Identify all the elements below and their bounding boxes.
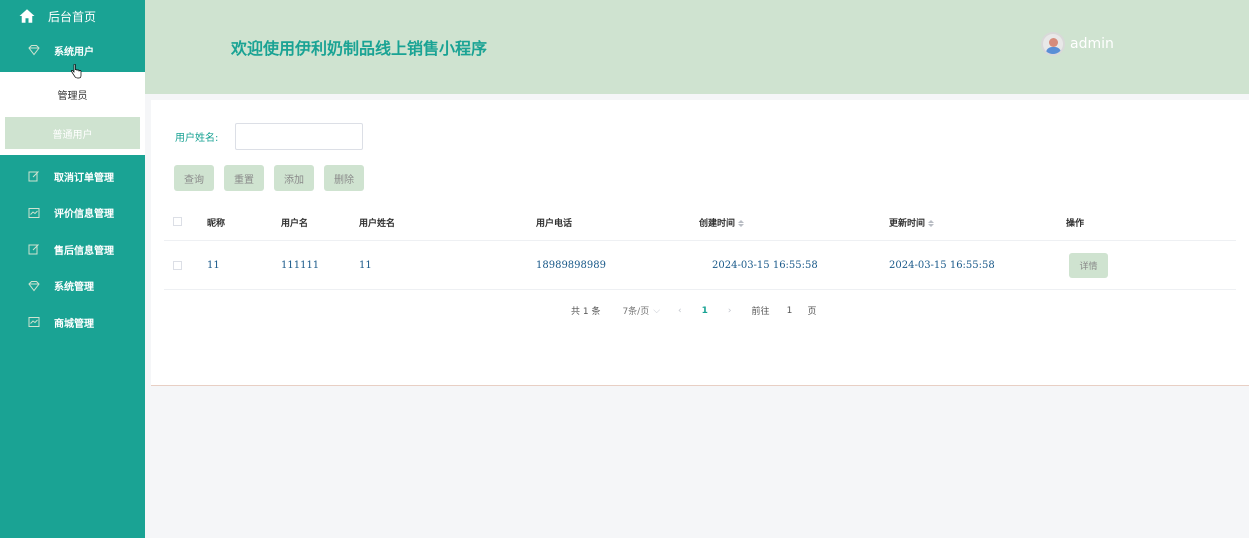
query-button[interactable]: 查询 [174,165,214,191]
column-header-username: 用户名 [281,219,309,229]
user-table: 昵称 用户名 用户姓名 用户电话 创建时间 更新时间 操作 11 111111 … [164,202,1236,290]
detail-button[interactable]: 详情 [1069,253,1108,278]
pagination-total: 共 1 条 [571,307,601,317]
sidebar-item-label: 系统管理 [54,282,94,294]
column-header-nickname: 昵称 [207,219,226,229]
sidebar-subitem-admin[interactable]: 管理员 [5,78,140,110]
sidebar-item-label: 商城管理 [54,318,94,330]
page-number-current[interactable]: 1 [702,306,708,316]
avatar [1041,32,1065,56]
chevron-down-icon[interactable]: ⌵ [653,306,660,316]
sidebar-item-label: 评价信息管理 [54,209,114,221]
sidebar-item-after-sale[interactable]: 售后信息管理 [0,231,145,268]
user-menu[interactable]: admin [1041,32,1114,56]
column-header-label: 创建时间 [699,219,736,229]
prev-page-icon[interactable]: ‹ [678,306,682,316]
username-label: admin [1070,36,1114,52]
home-icon [19,9,35,23]
sidebar-item-mall[interactable]: 商城管理 [0,304,145,341]
sidebar-item-label: 取消订单管理 [54,172,114,184]
sort-icon[interactable] [738,220,745,227]
delete-button[interactable]: 删除 [324,165,364,191]
chart-icon [28,207,40,219]
next-page-icon[interactable]: › [728,306,732,316]
diamond-icon [28,44,40,56]
table-header: 昵称 用户名 用户姓名 用户电话 创建时间 更新时间 操作 [164,202,1236,241]
sidebar-item-label: 后台首页 [48,9,97,24]
search-input[interactable] [235,123,363,150]
sort-icon[interactable] [928,220,935,227]
sidebar-item-cancel-order[interactable]: 取消订单管理 [0,158,145,195]
cell-nickname: 11 [207,260,220,271]
goto-page-input[interactable]: 1 [780,306,800,316]
table-row: 11 111111 11 18989898989 2024-03-15 16:5… [164,241,1236,290]
sidebar-item-label: 系统用户 [54,46,94,58]
goto-label: 前往 [751,307,770,317]
pagination: 共 1 条 7条/页 ⌵ ‹ 1 › 前往 1 页 [571,304,817,318]
search-label: 用户姓名: [175,133,219,144]
select-all-checkbox[interactable] [173,217,182,226]
sidebar-item-home[interactable]: 后台首页 [0,0,145,32]
hand-cursor-icon [71,64,82,79]
sidebar-item-review[interactable]: 评价信息管理 [0,195,145,232]
system-user-submenu: 管理员 普通用户 [0,72,145,155]
cell-username: 111111 [281,260,320,271]
sidebar-item-label: 售后信息管理 [54,245,114,257]
sidebar-item-system[interactable]: 系统管理 [0,268,145,305]
column-header-label: 更新时间 [889,219,926,229]
page-title: 欢迎使用伊利奶制品线上销售小程序 [231,39,488,58]
add-button[interactable]: 添加 [274,165,314,191]
cell-updated: 2024-03-15 16:55:58 [889,260,995,271]
cell-realname: 11 [359,260,372,271]
reset-button[interactable]: 重置 [224,165,264,191]
edit-icon [28,170,40,182]
diamond-icon [28,280,40,292]
cell-phone: 18989898989 [536,260,606,271]
column-header-action: 操作 [1066,219,1085,229]
sidebar: 后台首页 系统用户 管理员 普通用户 取消订单管理 评价信息管理 售后信息管理 … [0,0,145,538]
page-size-select[interactable]: 7条/页 [622,304,649,317]
sidebar-subitem-normal-user[interactable]: 普通用户 [5,117,140,149]
content-panel: 用户姓名: 查询 重置 添加 删除 昵称 用户名 用户姓名 用户电话 创建时间 … [151,100,1249,386]
edit-icon [28,243,40,255]
page-suffix-label: 页 [807,307,817,317]
row-checkbox[interactable] [173,261,182,270]
column-header-created[interactable]: 创建时间 [699,216,745,229]
cell-created: 2024-03-15 16:55:58 [712,260,818,271]
toolbar: 查询 重置 添加 删除 [174,165,364,191]
column-header-updated[interactable]: 更新时间 [889,216,935,229]
top-header: 欢迎使用伊利奶制品线上销售小程序 admin [145,0,1249,94]
column-header-phone: 用户电话 [536,219,573,229]
column-header-realname: 用户姓名 [359,219,396,229]
chart-icon [28,316,40,328]
